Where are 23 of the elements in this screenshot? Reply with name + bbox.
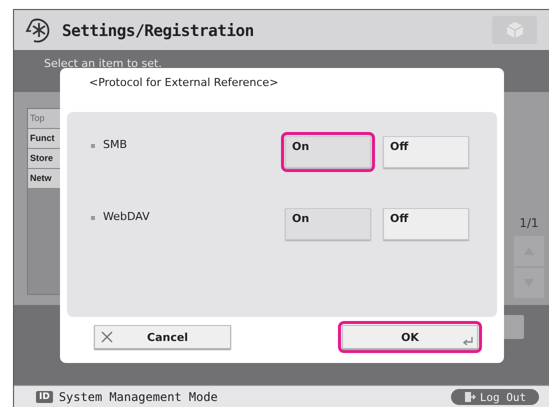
enter-icon — [463, 337, 473, 345]
dialog-title: <Protocol for External Reference> — [88, 75, 280, 91]
cube-icon — [504, 20, 524, 40]
bullet-icon — [91, 144, 95, 148]
bullet-icon — [91, 216, 95, 220]
setting-label: WebDAV — [103, 209, 150, 223]
option-button[interactable]: On — [285, 136, 371, 168]
option-button[interactable]: Off — [383, 136, 469, 168]
instruction-text: Select an item to set. — [44, 57, 162, 70]
page-number: 1/1 — [519, 216, 539, 230]
setting-label: SMB — [103, 137, 128, 151]
id-badge: ID — [36, 391, 53, 403]
cube-button[interactable] — [492, 16, 537, 44]
option-button[interactable]: Off — [383, 208, 469, 240]
door-icon — [464, 391, 476, 403]
ok-button[interactable]: OK — [342, 325, 478, 349]
gear-asterisk-icon — [24, 16, 52, 44]
option-button[interactable]: On — [285, 208, 371, 240]
screen-title: Settings/Registration — [62, 20, 254, 40]
mode-label: System Management Mode — [58, 390, 218, 404]
log-out-button[interactable]: Log Out — [451, 389, 539, 405]
close-icon — [101, 331, 113, 343]
cancel-button[interactable]: Cancel — [94, 325, 231, 349]
